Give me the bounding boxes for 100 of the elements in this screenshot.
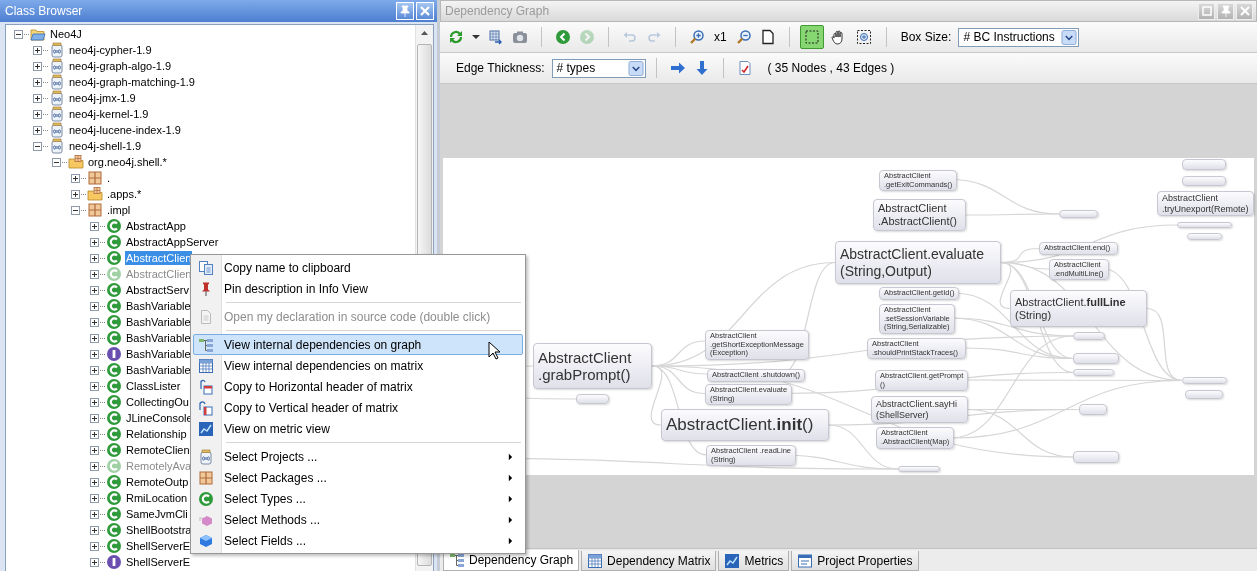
menu-item[interactable]: Pin description in Info View [193,278,523,299]
graph-node [1073,332,1105,340]
document-icon [198,308,214,325]
expand-icon[interactable] [90,221,99,231]
collapse-icon[interactable] [52,157,61,167]
tree-item[interactable]: neo4j-graph-matching-1.9 [68,75,196,89]
tree-item[interactable]: ShellBootstra [125,523,193,537]
class-icon [198,490,214,507]
panel-title: Dependency Graph [445,4,551,18]
menu-item[interactable]: View internal dependencies on graph [193,334,523,355]
toolbar-text: ( 35 Nodes , 43 Edges ) [767,61,895,75]
expand-icon[interactable] [33,125,42,135]
expand-icon[interactable] [90,381,99,391]
menu-item[interactable]: Copy to Vertical header of matrix [193,397,523,418]
field-label: Box Size: [900,30,952,44]
selection-rectangle-button[interactable] [799,25,824,49]
tree-item[interactable]: . [106,171,112,185]
collapse-icon[interactable] [14,29,23,39]
tree-item[interactable]: ClassLister [125,379,182,393]
expand-icon[interactable] [90,525,99,535]
expand-icon[interactable] [90,349,99,359]
expand-icon[interactable] [90,413,99,423]
expand-icon[interactable] [33,77,42,87]
field-label: Edge Thickness: [456,61,545,75]
tree-item[interactable]: BashVariable [125,299,192,313]
menu-item[interactable]: View on metric view [193,418,523,439]
right-arrow-icon [669,60,686,76]
tree-item[interactable]: neo4j-graph-algo-1.9 [68,59,173,73]
expand-icon[interactable] [90,509,99,519]
tree-item[interactable]: neo4j-kernel-1.9 [68,107,150,121]
tree-item[interactable]: JLineConsole [125,411,194,425]
menu-item[interactable]: Select Projects ... [193,446,523,467]
tree-item[interactable]: AbstractServ [125,283,190,297]
expand-icon[interactable] [71,189,80,199]
grid-arrow-icon [198,378,214,395]
expand-icon[interactable] [90,445,99,455]
expand-icon[interactable] [90,237,99,247]
expand-icon[interactable] [33,61,42,71]
tree-item[interactable]: BashVariable [125,315,192,329]
expand-icon[interactable] [90,253,99,263]
expand-icon[interactable] [71,173,80,183]
menu-item[interactable]: Select Packages ... [193,467,523,488]
collapse-icon[interactable] [33,141,42,151]
menu-item[interactable]: Select Methods ... [193,509,523,530]
toolbar-text: x1 [714,30,727,44]
tree-item[interactable]: AbstractAppServer [125,235,220,249]
menu-item[interactable]: View internal dependencies on matrix [193,355,523,376]
collapse-icon[interactable] [71,205,80,215]
grid-icon [198,357,214,374]
tree-item[interactable]: neo4j-shell-1.9 [68,139,143,153]
expand-icon[interactable] [90,301,99,311]
tree-item[interactable]: BashVariable [125,331,192,345]
tree-item[interactable]: Relationship [125,427,188,441]
tree-item[interactable]: ShellServerE [125,539,192,553]
maximize-icon [1200,5,1213,17]
graph-node: AbstractClient .tryUnexport(Remote) [1157,191,1254,216]
expand-icon[interactable] [90,429,99,439]
tree-item[interactable]: CollectingOu [125,395,190,409]
tab[interactable]: Project Properties [791,551,919,571]
expand-icon[interactable] [90,285,99,295]
tree-item[interactable]: AbstractApp [125,219,187,233]
dropdown-field[interactable]: # types [551,58,646,78]
camera-icon [512,29,528,45]
tree-item[interactable]: BashVariable [125,347,192,361]
menu-item[interactable]: Copy to Horizontal header of matrix [193,376,523,397]
zoom-in-icon [689,29,705,45]
dropdown-field[interactable]: # BC Instructions [958,27,1079,47]
expand-icon[interactable] [90,333,99,343]
tree-item[interactable]: .apps.* [106,187,143,201]
expand-icon[interactable] [33,109,42,119]
expand-icon[interactable] [33,93,42,103]
tree-item[interactable]: org.neo4j.shell.* [87,155,168,169]
graph-icon [198,336,214,353]
tree-item[interactable]: RemoteClien [125,443,191,457]
tree-item[interactable]: neo4j-lucene-index-1.9 [68,123,182,137]
tree-item[interactable]: neo4j-cypher-1.9 [68,43,153,57]
tree-item[interactable]: neo4j-jmx-1.9 [68,91,137,105]
expand-icon[interactable] [90,365,99,375]
expand-icon[interactable] [90,477,99,487]
tree-item[interactable]: .impl [106,203,132,217]
tree-item[interactable]: ShellServerE [125,555,192,569]
expand-icon[interactable] [90,541,99,551]
menu-item[interactable]: Copy name to clipboard [193,257,523,278]
expand-icon[interactable] [90,557,99,567]
expand-icon[interactable] [90,493,99,503]
undo-icon [622,29,638,45]
tree-item[interactable]: RmiLocation [125,491,189,505]
expand-icon[interactable] [90,397,99,407]
tree-item[interactable]: BashVariable [125,363,192,377]
menu-item[interactable]: Select Fields ... [193,530,523,551]
tree-item[interactable]: SameJvmCli [125,507,189,521]
expand-icon[interactable] [90,317,99,327]
tree-item[interactable]: RemoteOutp [125,475,190,489]
tab[interactable]: Metrics [718,551,790,571]
panel-title: Class Browser [5,4,84,18]
tree-item[interactable]: Neo4J [49,27,83,41]
tab[interactable]: Dependency Matrix [581,551,717,571]
expand-icon[interactable] [33,45,42,55]
menu-item[interactable]: Select Types ... [193,488,523,509]
package-icon [198,469,214,486]
